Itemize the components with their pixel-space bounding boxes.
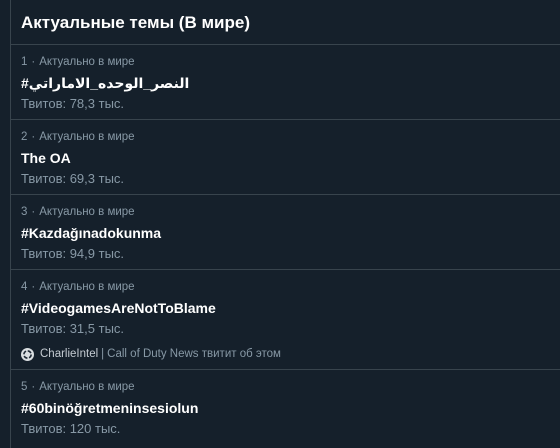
- trend-name: #Kazdağınadokunma: [21, 225, 162, 241]
- trend-meta: 4 · Актуально в мире: [21, 280, 560, 294]
- trend-item-3[interactable]: 3 · Актуально в мире #Kazdağınadokunma Тви…: [11, 195, 560, 270]
- trends-header: Актуальные темы (В мире): [11, 0, 560, 45]
- trend-meta: 1 · Актуально в мире: [21, 55, 560, 69]
- meta-separator: ·: [31, 206, 36, 218]
- trend-item-1[interactable]: 1 · Актуально в мире #النصر_الوحده_الامارا…: [11, 45, 560, 120]
- trend-rank: 3: [21, 206, 28, 218]
- trend-related-context[interactable]: CharlieIntel | Call of Duty News твитит об…: [21, 346, 560, 362]
- meta-separator: ·: [31, 131, 36, 143]
- trend-context: Актуально в мире: [39, 206, 135, 218]
- trend-context: Актуально в мире: [39, 131, 135, 143]
- meta-separator: ·: [31, 56, 36, 68]
- trend-tweet-count: Твитов: 78,3 тыс.: [21, 96, 125, 111]
- trend-context: Актуально в мире: [39, 381, 135, 393]
- trend-meta: 3 · Актуально в мире: [21, 205, 560, 219]
- trend-meta: 5 · Актуально в мире: [21, 380, 560, 394]
- trend-name: #60binöğretmeninsesiolun: [21, 400, 199, 416]
- trend-name: The OA: [21, 150, 71, 166]
- related-separator: |: [101, 348, 105, 360]
- trend-rank: 1: [21, 56, 28, 68]
- trend-tweet-count: Твитов: 120 тыс.: [21, 421, 121, 436]
- trend-tweet-count: Твитов: 69,3 тыс.: [21, 171, 125, 186]
- trend-tweet-count: Твитов: 31,5 тыс.: [21, 321, 125, 336]
- meta-separator: ·: [31, 381, 36, 393]
- trend-item-5[interactable]: 5 · Актуально в мире #60binöğretmeninsesio…: [11, 370, 560, 448]
- trend-name: #النصر_الوحده_الاماراتي: [21, 75, 190, 91]
- trend-item-4[interactable]: 4 · Актуально в мире #VideogamesAreNotToBl…: [11, 270, 560, 370]
- trend-item-2[interactable]: 2 · Актуально в мире The OA Твитов: 69,3 т…: [11, 120, 560, 195]
- circular-arrows-icon: [21, 347, 34, 361]
- trend-context: Актуально в мире: [39, 281, 135, 293]
- trend-tweet-count: Твитов: 94,9 тыс.: [21, 246, 125, 261]
- meta-separator: ·: [31, 281, 36, 293]
- trends-panel: Актуальные темы (В мире) 1 · Актуально в м…: [10, 0, 560, 448]
- trends-title: Актуальные темы (В мире): [21, 13, 250, 32]
- related-text: Call of Duty News твитит об этом: [107, 348, 281, 360]
- trend-name: #VideogamesAreNotToBlame: [21, 300, 216, 316]
- trend-context: Актуально в мире: [39, 56, 135, 68]
- trend-rank: 2: [21, 131, 28, 143]
- trend-rank: 5: [21, 381, 28, 393]
- trend-meta: 2 · Актуально в мире: [21, 130, 560, 144]
- related-user-name[interactable]: CharlieIntel: [40, 348, 98, 360]
- trend-rank: 4: [21, 281, 28, 293]
